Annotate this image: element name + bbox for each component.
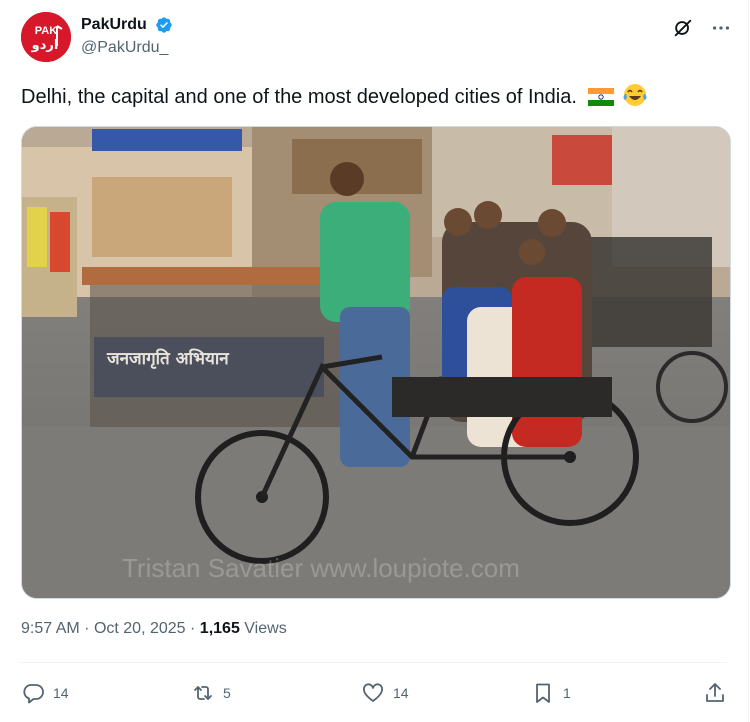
- tweet-card: PAK اردو PakUrdu @PakUrdu_ Delhi, the ca…: [0, 0, 749, 722]
- avatar[interactable]: PAK اردو: [21, 12, 71, 62]
- india-flag-icon: [588, 88, 615, 106]
- tweet-body: Delhi, the capital and one of the most d…: [21, 86, 577, 108]
- display-name[interactable]: PakUrdu: [81, 15, 147, 35]
- heart-icon: [363, 683, 383, 702]
- reply-button[interactable]: 14: [21, 676, 69, 710]
- action-bar: 14 5 14 1: [21, 676, 727, 710]
- tweet-date[interactable]: Oct 20, 2025: [94, 620, 186, 637]
- tweet-meta: 9:57 AM · Oct 20, 2025 · 1,165 Views: [21, 618, 287, 640]
- street-photo-illustration: जनजागृति अभियान Tristan Savatier www.lou…: [22, 127, 730, 598]
- repost-button[interactable]: 5: [191, 676, 231, 710]
- author-info[interactable]: PakUrdu @PakUrdu_: [81, 15, 173, 59]
- like-count: 14: [393, 685, 409, 701]
- share-button[interactable]: [703, 676, 727, 710]
- repost-count: 5: [223, 685, 231, 701]
- divider: [21, 662, 727, 663]
- meta-separator: ·: [84, 620, 90, 637]
- tweet-header: PAK اردو PakUrdu @PakUrdu_: [21, 12, 732, 64]
- grok-icon[interactable]: [672, 17, 694, 39]
- svg-text:اردو: اردو: [31, 38, 59, 53]
- reply-count: 14: [53, 685, 69, 701]
- tweet-text: Delhi, the capital and one of the most d…: [21, 82, 648, 111]
- repost-icon: [194, 686, 212, 700]
- tweet-photo[interactable]: जनजागृति अभियान Tristan Savatier www.lou…: [21, 126, 731, 599]
- meta-separator: ·: [190, 620, 196, 637]
- reply-icon: [23, 684, 44, 704]
- svg-text:PAK: PAK: [35, 25, 57, 37]
- bookmark-count: 1: [563, 685, 571, 701]
- barricade-sign-text: जनजागृति अभियान: [106, 348, 229, 369]
- share-icon: [706, 683, 724, 702]
- laughing-tears-emoji-icon: [623, 84, 647, 106]
- views-label: Views: [244, 620, 287, 637]
- handle[interactable]: @PakUrdu_: [81, 37, 173, 59]
- tweet-time[interactable]: 9:57 AM: [21, 620, 80, 637]
- bookmark-icon: [536, 683, 550, 703]
- bookmark-button[interactable]: 1: [531, 676, 571, 710]
- photo-watermark: Tristan Savatier www.loupiote.com: [122, 553, 520, 583]
- views-count: 1,165: [199, 620, 240, 637]
- verified-badge-icon: [156, 17, 172, 33]
- more-options-icon[interactable]: [710, 17, 732, 39]
- like-button[interactable]: 14: [361, 676, 409, 710]
